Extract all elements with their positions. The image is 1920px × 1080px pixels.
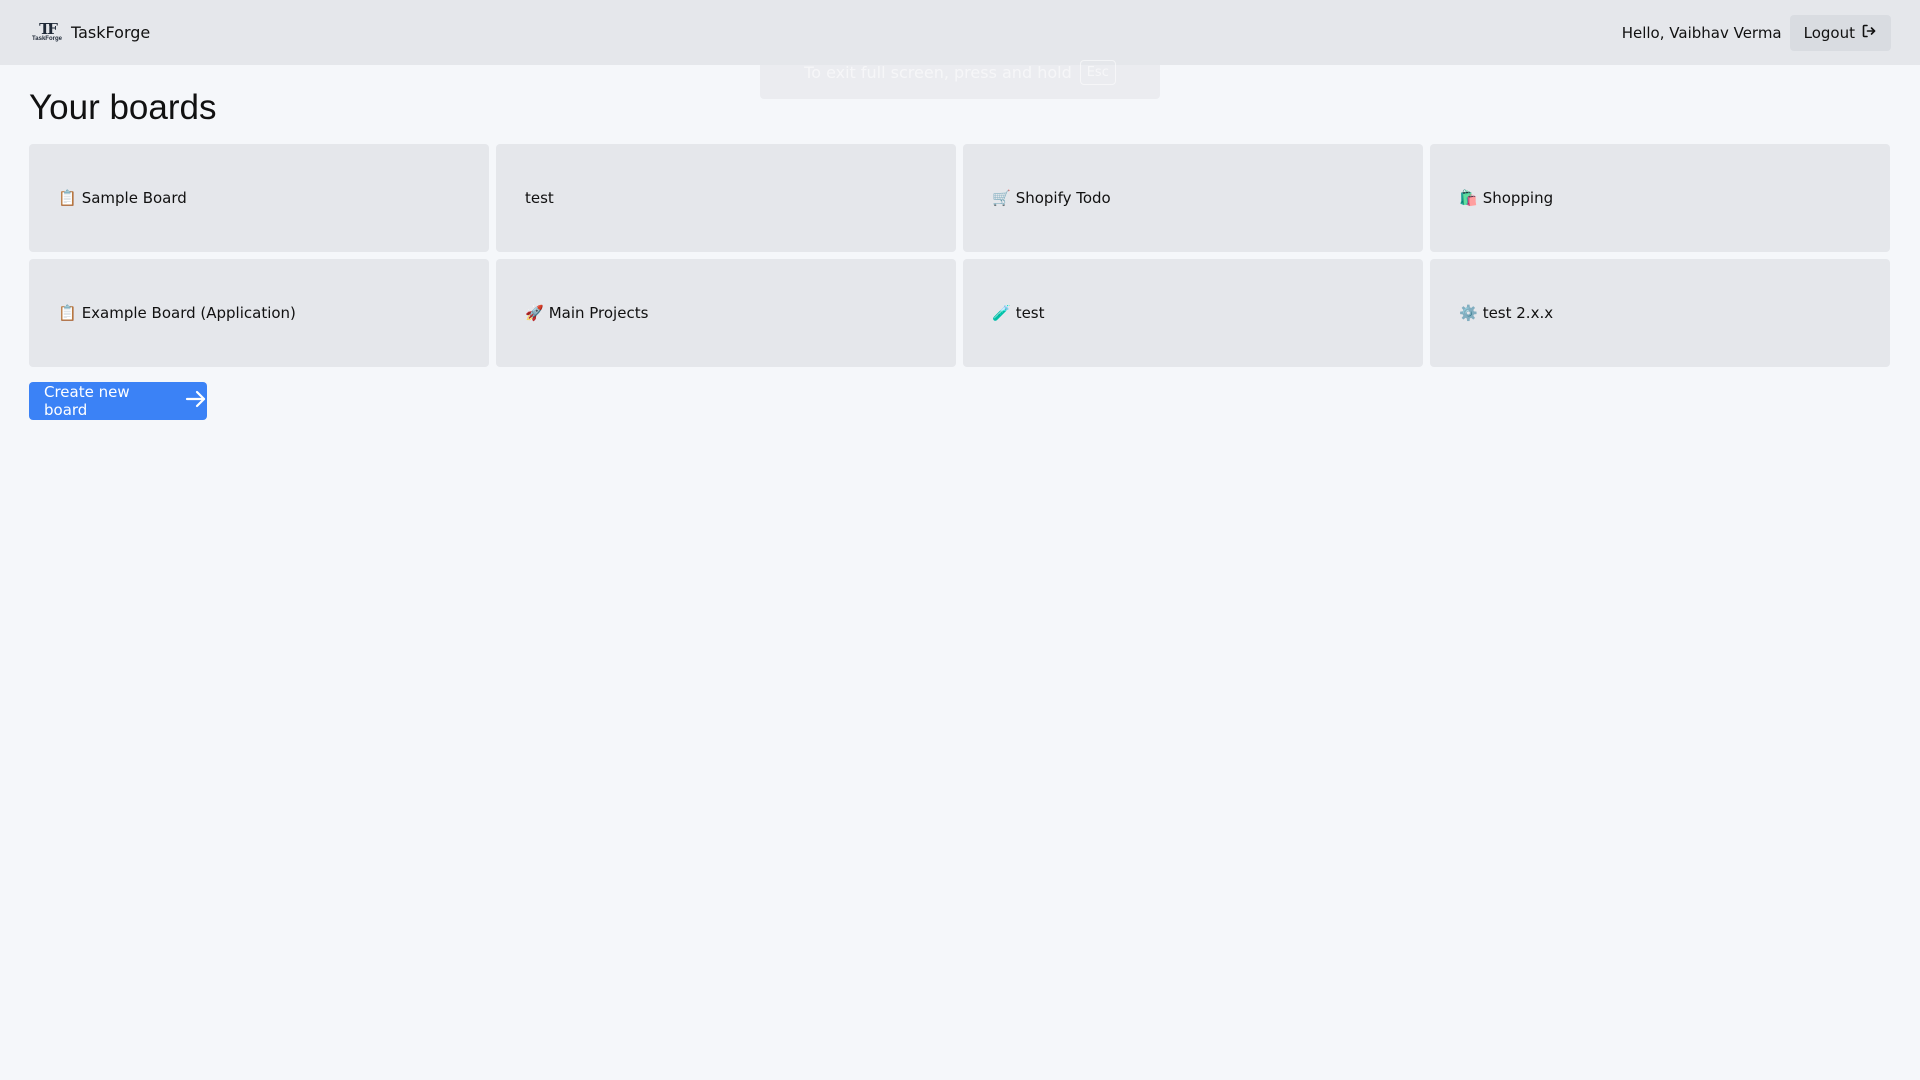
board-grid: 📋 Sample Board test 🛒 Shopify Todo 🛍️ Sh… xyxy=(29,144,1891,367)
create-board-button[interactable]: Create new board xyxy=(29,382,207,420)
board-card[interactable]: 🚀 Main Projects xyxy=(496,259,956,367)
board-emoji: 📋 xyxy=(58,304,77,322)
logout-label: Logout xyxy=(1803,23,1855,42)
board-name: Sample Board xyxy=(81,189,187,207)
board-name: Shopify Todo xyxy=(1015,189,1111,207)
board-card[interactable]: 🛍️ Shopping xyxy=(1430,144,1890,252)
board-card[interactable]: 📋 Example Board (Application) xyxy=(29,259,489,367)
board-name: test xyxy=(1015,304,1045,322)
board-emoji: 🚀 xyxy=(525,304,544,322)
board-emoji: ⚙️ xyxy=(1459,304,1478,322)
board-name: Main Projects xyxy=(548,304,649,322)
board-card[interactable]: 📋 Sample Board xyxy=(29,144,489,252)
board-name: Shopping xyxy=(1482,189,1554,207)
fullscreen-toast-key: Esc xyxy=(1079,59,1116,85)
logo-mark: TF xyxy=(39,20,58,38)
board-card[interactable]: 🧪 test xyxy=(963,259,1423,367)
arrow-right-icon xyxy=(185,390,207,412)
page-title: Your boards xyxy=(29,88,217,127)
brand[interactable]: TF TaskForge TaskForge xyxy=(31,20,150,46)
board-emoji: 🛒 xyxy=(992,189,1011,207)
logout-button[interactable]: Logout xyxy=(1789,14,1891,51)
board-card[interactable]: test xyxy=(496,144,956,252)
app-name: TaskForge xyxy=(71,23,151,42)
board-name: test xyxy=(525,189,554,207)
user-greeting: Hello, Vaibhav Verma xyxy=(1621,23,1782,42)
logout-icon xyxy=(1861,23,1877,43)
create-board-label: Create new board xyxy=(44,383,130,419)
board-card[interactable]: ⚙️ test 2.x.x xyxy=(1430,259,1890,367)
fullscreen-toast-text: To exit full screen, press and hold xyxy=(804,62,1072,82)
user-area: Hello, Vaibhav Verma Logout xyxy=(1621,14,1891,51)
board-card[interactable]: 🛒 Shopify Todo xyxy=(963,144,1423,252)
board-emoji: 📋 xyxy=(58,189,77,207)
fullscreen-exit-toast: To exit full screen, press and hold Esc xyxy=(760,45,1160,99)
board-name: Example Board (Application) xyxy=(81,304,296,322)
board-emoji: 🛍️ xyxy=(1459,189,1478,207)
logo-word: TaskForge xyxy=(32,36,62,42)
board-emoji: 🧪 xyxy=(992,304,1011,322)
taskforge-logo: TF TaskForge xyxy=(31,20,63,46)
board-name: test 2.x.x xyxy=(1482,304,1554,322)
